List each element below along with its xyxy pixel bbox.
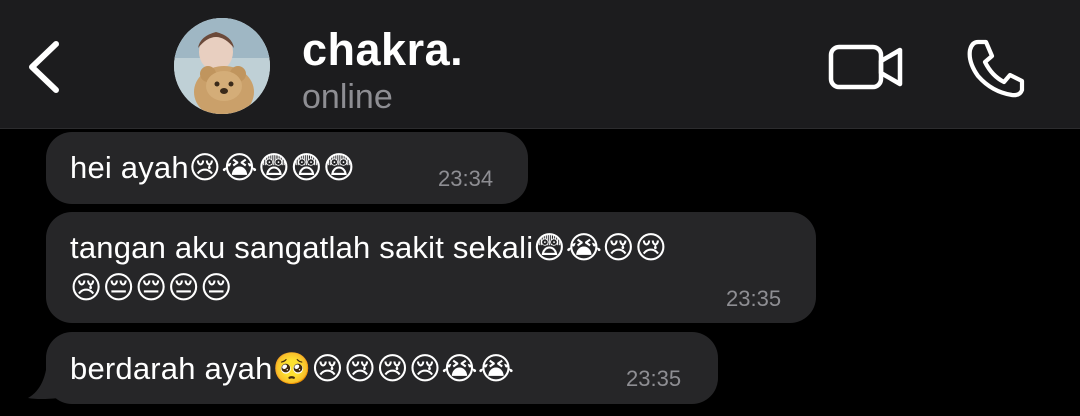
phone-call-icon[interactable] bbox=[964, 38, 1026, 98]
video-call-icon[interactable] bbox=[828, 42, 904, 92]
presence-status: online bbox=[302, 78, 393, 116]
message-text-line-1: tangan aku sangatlah sakit sekali😨😭😢😢 bbox=[70, 230, 668, 265]
message-time: 23:35 bbox=[726, 286, 782, 311]
message-text: berdarah ayah🥺😢😢😢😢😭😭 bbox=[70, 351, 515, 386]
message-bubble[interactable]: tangan aku sangatlah sakit sekali😨😭😢😢 😢😔… bbox=[46, 212, 816, 323]
bubble-tail bbox=[28, 370, 58, 399]
chat-header: chakra. online bbox=[0, 0, 1080, 129]
message-time: 23:35 bbox=[626, 366, 682, 391]
message-bubble[interactable]: berdarah ayah🥺😢😢😢😢😭😭 23:35 bbox=[46, 332, 718, 404]
contact-name[interactable]: chakra. bbox=[302, 24, 463, 76]
back-chevron-icon[interactable] bbox=[22, 38, 66, 96]
message-bubble[interactable]: hei ayah😢😭😨😨😨 23:34 bbox=[46, 132, 528, 204]
message-text: hei ayah😢😭😨😨😨 bbox=[70, 150, 356, 185]
message-text-line-2: 😢😔😔😔😔 bbox=[70, 270, 233, 305]
avatar[interactable] bbox=[174, 18, 270, 114]
message-time: 23:34 bbox=[438, 166, 494, 191]
